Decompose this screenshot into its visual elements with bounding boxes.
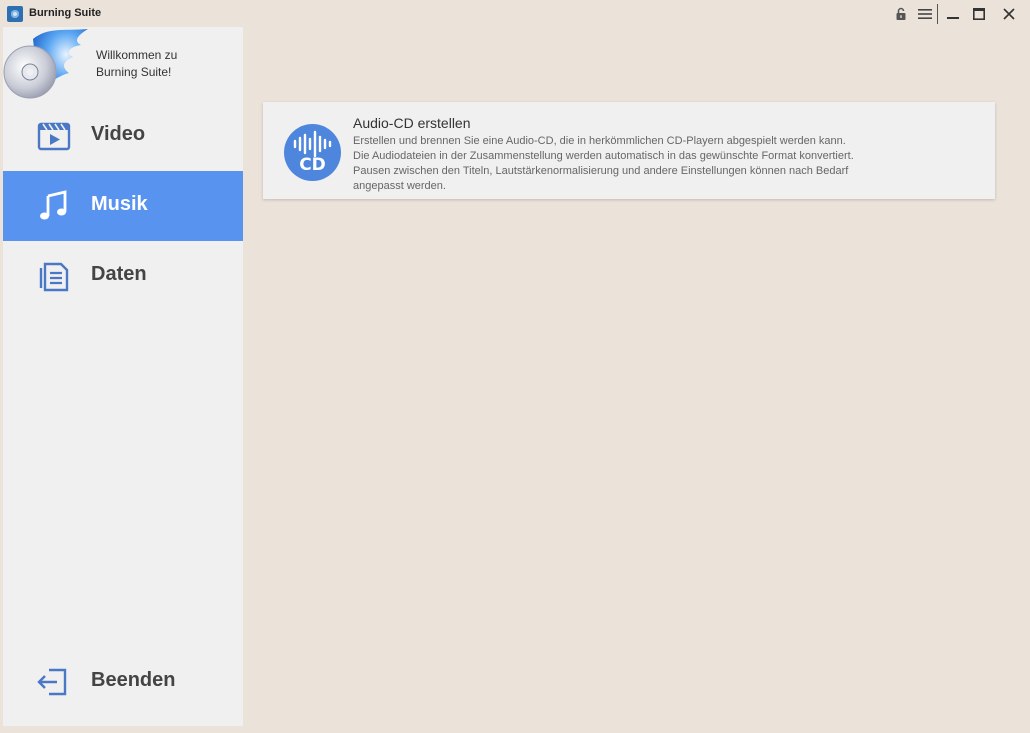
card-title: Audio-CD erstellen: [353, 115, 471, 131]
maximize-icon[interactable]: [969, 4, 989, 24]
title-bar: Burning Suite: [0, 0, 1030, 27]
card-description-line: Pausen zwischen den Titeln, Lautstärkeno…: [353, 165, 849, 177]
sidebar-item-label: Video: [91, 123, 146, 145]
sidebar: Willkommen zu Burning Suite! Video Musik…: [3, 27, 243, 726]
sidebar-item-data[interactable]: Daten: [3, 241, 243, 311]
lock-icon[interactable]: [891, 4, 911, 24]
sidebar-item-music[interactable]: Musik: [3, 171, 243, 241]
sidebar-item-label: Daten: [91, 263, 147, 285]
menu-icon[interactable]: [915, 4, 935, 24]
audio-cd-icon: CD: [284, 124, 341, 181]
burning-disc-logo-icon: [3, 29, 88, 99]
minimize-icon[interactable]: [943, 4, 963, 24]
card-description-line: Die Audiodateien in der Zusammenstellung…: [353, 150, 854, 162]
video-icon: [37, 122, 71, 151]
app-logo-icon: [7, 6, 23, 22]
audio-cd-card[interactable]: CD Audio-CD erstellen Erstellen und bren…: [263, 102, 995, 199]
sidebar-item-label: Musik: [91, 193, 148, 215]
welcome-line-2: Burning Suite!: [96, 65, 172, 79]
titlebar-divider: [937, 4, 938, 24]
card-description-line: angepasst werden.: [353, 180, 446, 192]
cd-label: CD: [299, 155, 326, 175]
music-note-icon: [40, 190, 67, 220]
card-description-line: Erstellen und brennen Sie eine Audio-CD,…: [353, 135, 846, 147]
welcome-text: Willkommen zu Burning Suite!: [96, 47, 177, 81]
welcome-header: Willkommen zu Burning Suite!: [3, 27, 243, 99]
exit-label: Beenden: [91, 669, 176, 691]
welcome-line-1: Willkommen zu: [96, 48, 178, 62]
exit-button[interactable]: Beenden: [3, 647, 243, 717]
card-description: Erstellen und brennen Sie eine Audio-CD,…: [353, 134, 973, 194]
window-title: Burning Suite: [29, 7, 102, 19]
document-icon: [39, 262, 69, 292]
sidebar-item-video[interactable]: Video: [3, 101, 243, 171]
exit-icon: [37, 668, 67, 696]
close-icon[interactable]: [999, 4, 1019, 24]
